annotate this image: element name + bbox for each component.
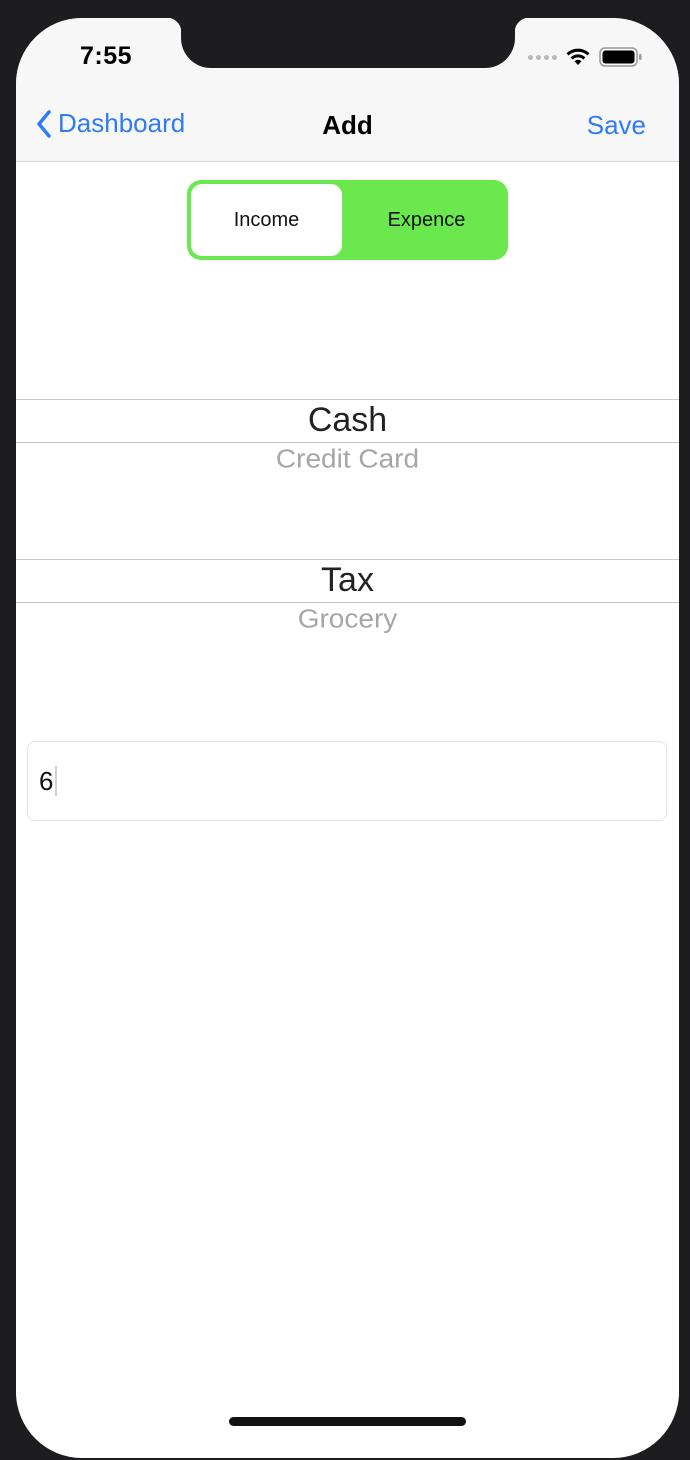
text-caret — [55, 766, 58, 796]
home-indicator[interactable] — [229, 1417, 466, 1426]
amount-input-value: 6 — [39, 765, 54, 796]
device-notch — [167, 18, 529, 68]
account-picker[interactable]: Cash Credit Card — [16, 399, 679, 519]
wifi-icon — [566, 48, 590, 65]
status-time: 7:55 — [80, 42, 133, 70]
category-picker[interactable]: Tax Grocery — [16, 559, 679, 679]
category-picker-fading-option — [16, 635, 679, 643]
status-icons — [528, 46, 643, 68]
account-picker-next-option: Credit Card — [275, 444, 420, 473]
page-title: Add — [322, 110, 373, 140]
account-picker-fading-option — [16, 475, 679, 483]
signal-dots-icon — [528, 54, 557, 60]
save-button[interactable]: Save — [587, 110, 646, 141]
app-screen: 7:55 Dashboard Add Save Income Expence C… — [16, 18, 679, 1458]
segment-expense[interactable]: Expence — [349, 184, 504, 256]
battery-icon — [599, 47, 642, 67]
account-picker-selected: Cash — [307, 401, 388, 439]
device-frame: 7:55 Dashboard Add Save Income Expence C… — [0, 0, 690, 1460]
segment-income[interactable]: Income — [191, 184, 342, 256]
category-picker-next-option: Grocery — [297, 604, 398, 633]
income-expense-segmented-control: Income Expence — [187, 180, 508, 260]
amount-input[interactable]: 6 — [27, 741, 667, 821]
category-picker-selected: Tax — [321, 561, 374, 599]
